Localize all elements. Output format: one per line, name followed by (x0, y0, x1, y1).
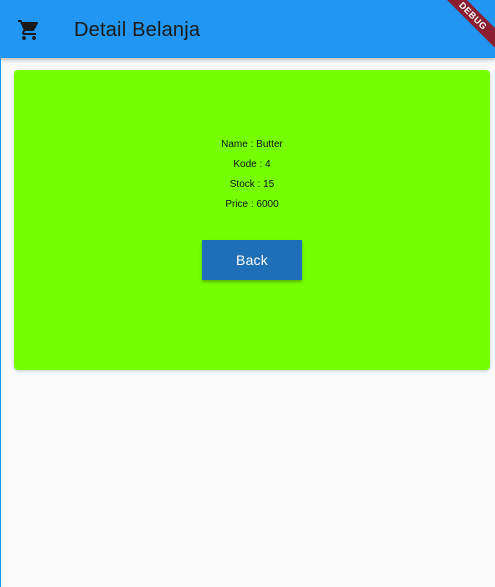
app-bar: Detail Belanja DEBUG (0, 0, 495, 58)
item-name-text: Name : Butter (221, 139, 283, 150)
item-stock-text: Stock : 15 (229, 179, 275, 190)
window-left-edge (0, 0, 1, 587)
debug-banner: DEBUG (436, 0, 495, 53)
back-button[interactable]: Back (202, 240, 302, 280)
shopping-cart-icon[interactable] (17, 18, 41, 42)
page-title: Detail Belanja (74, 19, 201, 41)
item-price-text: Price : 6000 (225, 199, 279, 210)
detail-card: Name : Butter Kode : 4 Stock : 15 Price … (14, 70, 490, 370)
item-code-text: Kode : 4 (233, 159, 271, 170)
